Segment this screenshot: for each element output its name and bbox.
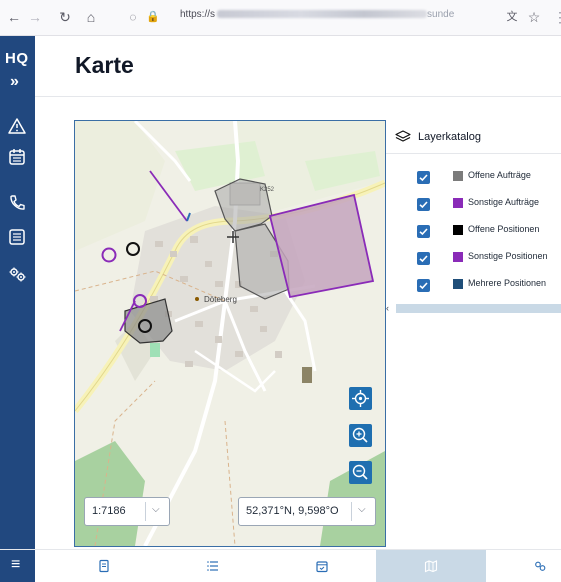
list-icon bbox=[207, 561, 218, 571]
zoom-out-icon bbox=[352, 464, 368, 480]
zoom-in-button[interactable] bbox=[349, 424, 372, 447]
layer-label: Sonstige Aufträge bbox=[468, 197, 540, 207]
url-redacted bbox=[217, 10, 428, 19]
settings-icon bbox=[535, 561, 546, 571]
extension-icon[interactable]: ⋮ bbox=[552, 8, 561, 26]
shield-icon[interactable]: ◌ bbox=[125, 8, 141, 26]
scale-select[interactable]: 1:7186 ⌵ bbox=[84, 497, 170, 526]
page-title: Karte bbox=[75, 52, 134, 78]
road-label: K252 bbox=[260, 187, 275, 193]
tab-map[interactable] bbox=[422, 550, 442, 582]
locate-button[interactable] bbox=[349, 387, 372, 410]
translate-icon[interactable]: 文 bbox=[504, 8, 520, 26]
tab-calendar[interactable] bbox=[313, 550, 333, 582]
calendar-icon[interactable] bbox=[7, 147, 27, 167]
address-bar[interactable]: https://s sunde bbox=[164, 6, 544, 28]
reload-icon[interactable]: ↻ bbox=[57, 8, 73, 26]
zoom-in-icon bbox=[352, 427, 368, 443]
forward-icon[interactable]: → bbox=[27, 8, 43, 26]
scale-value: 1:7186 bbox=[92, 505, 126, 517]
layer-item[interactable]: Offene Positionen bbox=[386, 220, 561, 242]
tab-list[interactable] bbox=[204, 550, 224, 582]
chevron-down-icon: ⌵ bbox=[152, 504, 160, 515]
layer-checkbox[interactable] bbox=[417, 198, 430, 211]
chevron-down-icon: ⌵ bbox=[358, 504, 366, 515]
layers-icon bbox=[395, 129, 411, 145]
map-canvas: Döteberg K252 bbox=[75, 121, 385, 546]
layer-checkbox[interactable] bbox=[417, 252, 430, 265]
phone-icon[interactable] bbox=[7, 193, 27, 213]
layer-checkbox[interactable] bbox=[417, 171, 430, 184]
layer-swatch bbox=[453, 171, 463, 181]
checkmark-icon bbox=[419, 174, 428, 182]
layer-catalog-panel: Layerkatalog Offene Aufträge Sonstige Au… bbox=[386, 120, 561, 545]
home-icon[interactable]: ⌂ bbox=[83, 8, 99, 26]
menu-button[interactable]: ≡ bbox=[0, 550, 35, 582]
checkmark-icon bbox=[419, 282, 428, 290]
coordinate-select[interactable]: 52,371°N, 9,598°O ⌵ bbox=[238, 497, 376, 526]
calendar-check-icon bbox=[316, 561, 328, 573]
layer-catalog-title: Layerkatalog bbox=[418, 131, 481, 143]
lock-icon[interactable]: 🔒 bbox=[145, 8, 161, 26]
crosshair-icon bbox=[352, 390, 369, 407]
layer-swatch bbox=[453, 225, 463, 235]
bookmark-star-icon[interactable]: ☆ bbox=[526, 8, 542, 26]
hamburger-icon: ≡ bbox=[11, 556, 21, 573]
bottom-nav: ≡ bbox=[0, 549, 561, 582]
select-divider bbox=[145, 502, 146, 521]
map-icon bbox=[424, 560, 438, 573]
map-view[interactable]: Döteberg K252 1:7186 ⌵ 52,371°N, 9,598°O… bbox=[74, 120, 386, 547]
layer-label: Offene Aufträge bbox=[468, 170, 531, 180]
warning-icon[interactable] bbox=[7, 116, 27, 136]
layer-catalog-header: Layerkatalog bbox=[386, 120, 561, 154]
layer-swatch bbox=[453, 279, 463, 289]
panel-scrollbar[interactable] bbox=[396, 304, 561, 313]
back-icon[interactable]: ← bbox=[6, 8, 22, 26]
layer-swatch bbox=[453, 198, 463, 208]
zoom-out-button[interactable] bbox=[349, 461, 372, 484]
layer-label: Sonstige Positionen bbox=[468, 251, 548, 261]
checkmark-icon bbox=[419, 255, 428, 263]
tab-settings[interactable] bbox=[531, 550, 551, 582]
layer-item[interactable]: Mehrere Positionen bbox=[386, 274, 561, 296]
coordinate-value: 52,371°N, 9,598°O bbox=[246, 505, 339, 517]
select-divider bbox=[351, 502, 352, 521]
logo: HQ bbox=[5, 50, 29, 67]
tab-documents[interactable] bbox=[95, 550, 115, 582]
checklist-icon[interactable] bbox=[7, 227, 27, 247]
place-label: Döteberg bbox=[204, 295, 237, 304]
checkmark-icon bbox=[419, 228, 428, 236]
layer-swatch bbox=[453, 252, 463, 262]
layer-item[interactable]: Sonstige Aufträge bbox=[386, 193, 561, 215]
layer-checkbox[interactable] bbox=[417, 279, 430, 292]
settings-icon[interactable] bbox=[7, 264, 27, 284]
layer-item[interactable]: Offene Aufträge bbox=[386, 166, 561, 188]
sidebar-expand-button[interactable]: » bbox=[10, 73, 19, 91]
browser-toolbar: ← → ↻ ⌂ ◌ 🔒 https://s sunde 文 ☆ ⋮ bbox=[0, 0, 561, 36]
header-divider bbox=[35, 96, 561, 97]
checkmark-icon bbox=[419, 201, 428, 209]
url-tail: sunde bbox=[427, 9, 455, 20]
url-text: https://s bbox=[180, 9, 216, 20]
sidebar: HQ » bbox=[0, 36, 35, 581]
layer-label: Mehrere Positionen bbox=[468, 278, 547, 288]
document-icon bbox=[99, 559, 109, 573]
collapse-panel-button[interactable]: ‹ bbox=[386, 303, 396, 313]
layer-item[interactable]: Sonstige Positionen bbox=[386, 247, 561, 269]
layer-checkbox[interactable] bbox=[417, 225, 430, 238]
layer-label: Offene Positionen bbox=[468, 224, 540, 234]
